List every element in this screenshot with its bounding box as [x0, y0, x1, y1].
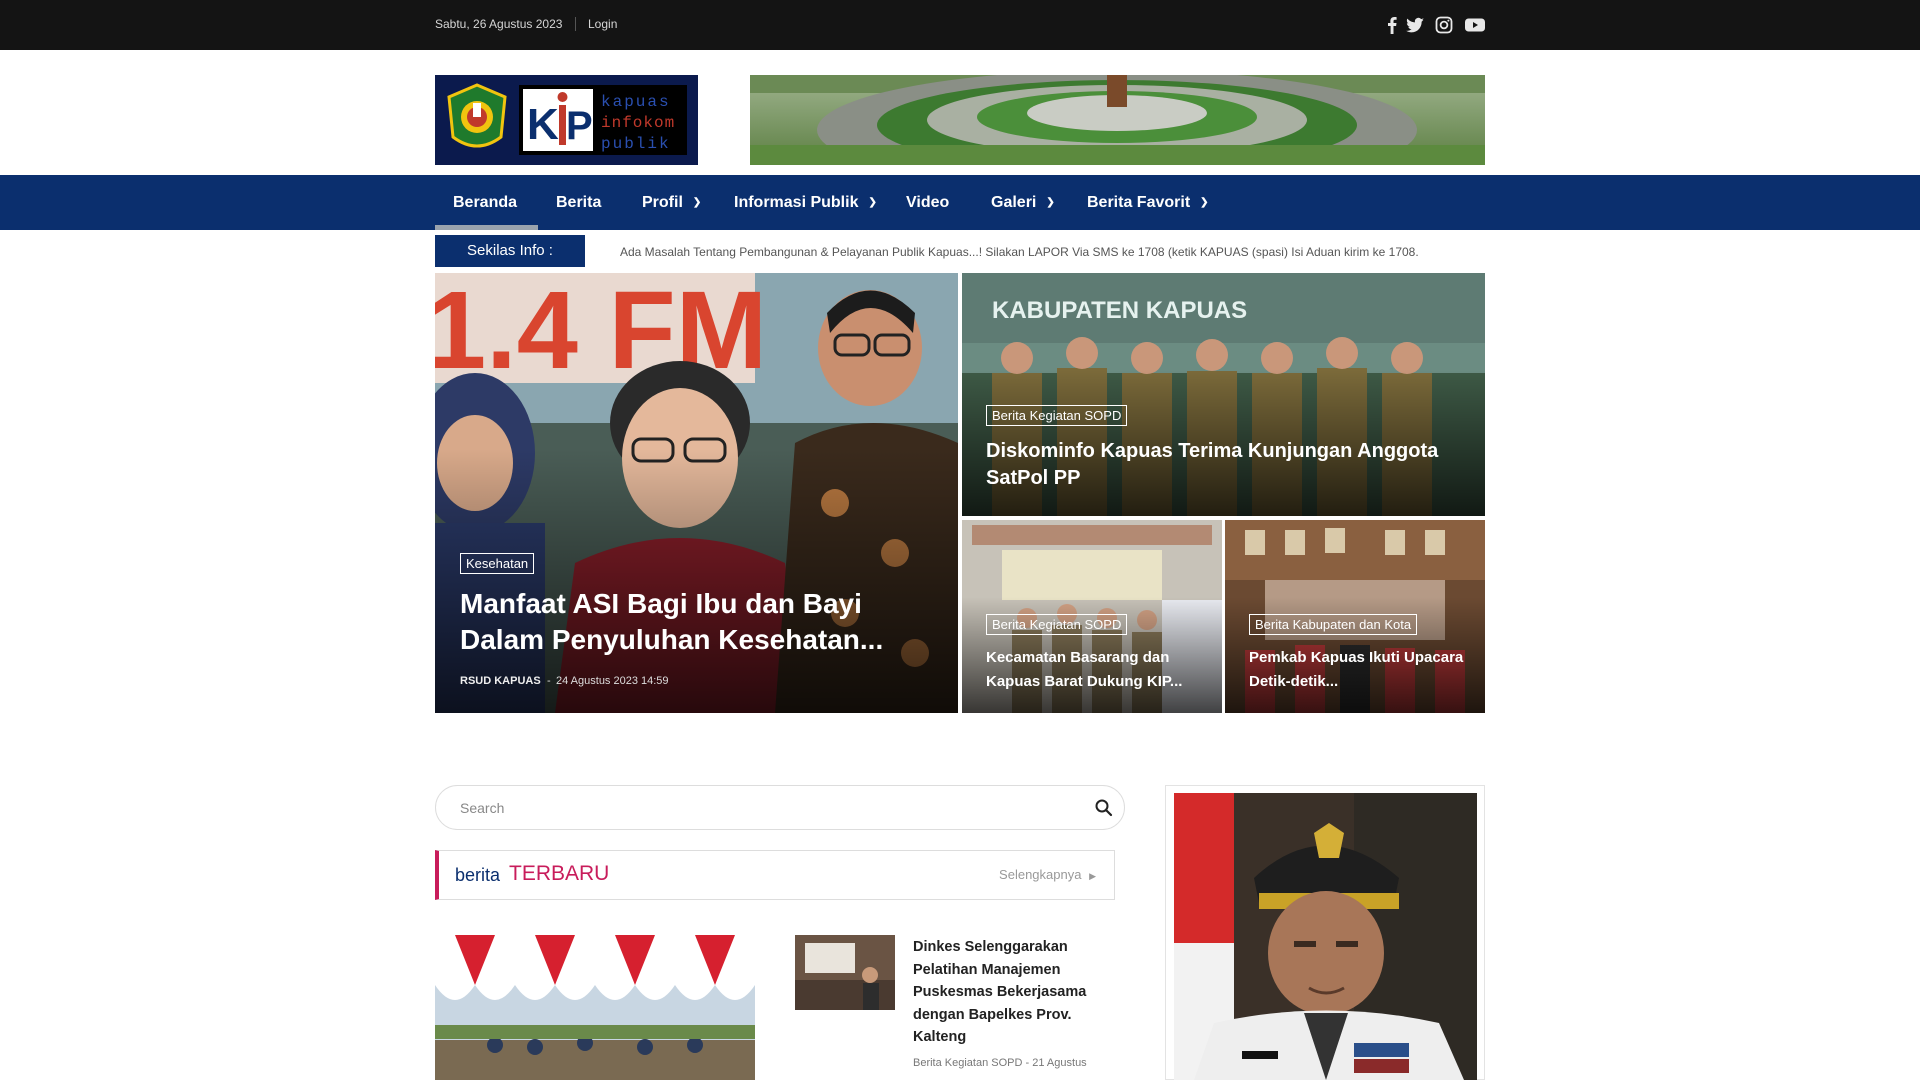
- nav-label: Berita Favorit: [1087, 194, 1191, 211]
- nav-berita[interactable]: Berita: [556, 175, 601, 230]
- nav-profil[interactable]: Profil ❯: [642, 175, 701, 230]
- nav-label: Berita: [556, 194, 602, 211]
- category-badge[interactable]: Berita Kegiatan SOPD: [986, 405, 1128, 426]
- chevron-down-icon: ❯: [868, 197, 877, 208]
- nav-informasi-publik[interactable]: Informasi Publik ❯: [734, 175, 877, 230]
- category-badge[interactable]: Kesehatan: [460, 553, 535, 574]
- nav-label: Profil: [642, 194, 683, 211]
- main-nav: Beranda Berita Profil ❯ Informasi Publik ❯…: [0, 175, 1920, 230]
- hero-top-right-article[interactable]: KABUPATEN KAPUAS Berita Kegiatan SOPD Di…: [962, 273, 1485, 516]
- search-icon[interactable]: [1094, 798, 1114, 818]
- top-bar: Sabtu, 26 Agustus 2023 Login: [0, 0, 1920, 50]
- divider: [575, 17, 576, 31]
- nav-galeri[interactable]: Galeri ❯: [991, 175, 1055, 230]
- logo-text-3: publik: [601, 135, 671, 153]
- nav-active-indicator: [435, 225, 538, 230]
- meta-dot: -: [547, 675, 551, 687]
- header-banner-image: [750, 75, 1485, 165]
- category-badge[interactable]: Berita Kegiatan SOPD: [986, 614, 1128, 635]
- section-title-part2: TERBARU: [509, 862, 610, 885]
- facebook-icon[interactable]: [1382, 15, 1402, 35]
- photo-banner-text: KABUPATEN KAPUAS: [992, 297, 1247, 324]
- logo-text-1: kapuas: [601, 93, 671, 111]
- news-item-title[interactable]: Dinkes Selenggarakan Pelatihan Manajemen…: [913, 936, 1093, 1049]
- hero-bottom-left-article[interactable]: Berita Kegiatan SOPD Kecamatan Basarang …: [962, 520, 1222, 713]
- news-thumbnail[interactable]: [795, 935, 895, 1010]
- section-title-part1: berita: [455, 865, 501, 885]
- instagram-icon[interactable]: [1434, 15, 1454, 35]
- nav-label: Informasi Publik: [734, 194, 859, 211]
- chevron-down-icon: ❯: [692, 197, 702, 208]
- chevron-down-icon: ❯: [1200, 197, 1209, 208]
- chevron-right-icon: ▶: [1089, 871, 1096, 881]
- official-portrait-image: [1174, 793, 1477, 1080]
- see-more-link[interactable]: Selengkapnya ▶: [999, 867, 1096, 882]
- nav-beranda[interactable]: Beranda: [453, 175, 517, 230]
- article-date: 24 Agustus 2023 14:59: [556, 675, 669, 687]
- hero-main-article[interactable]: 1.4 FM Kesehatan Manfaat ASI Bagi Ibu da…: [435, 273, 958, 713]
- site-logo[interactable]: K P kapuas infokom publik: [435, 75, 698, 165]
- logo-text-2: infokom: [601, 114, 675, 132]
- svg-text:P: P: [566, 104, 593, 148]
- category-badge[interactable]: Berita Kabupaten dan Kota: [1249, 614, 1418, 635]
- hero-top-right-title[interactable]: Diskominfo Kapuas Terima Kunjungan Anggo…: [986, 438, 1476, 492]
- hero-bottom-left-title[interactable]: Kecamatan Basarang dan Kapuas Barat Duku…: [986, 646, 1206, 694]
- svg-text:K: K: [527, 100, 559, 149]
- ticker-text[interactable]: Ada Masalah Tentang Pembangunan & Pelaya…: [620, 245, 1419, 259]
- see-more-label: Selengkapnya: [999, 867, 1082, 882]
- ticker-label: Sekilas Info :: [435, 235, 585, 267]
- news-item-category[interactable]: Berita Kegiatan SOPD: [913, 1057, 1022, 1069]
- search-input[interactable]: [460, 798, 1040, 818]
- article-author: RSUD KAPUAS: [460, 675, 541, 687]
- news-item-meta: Berita Kegiatan SOPD - 21 Agustus: [913, 1057, 1087, 1069]
- twitter-icon[interactable]: [1405, 15, 1425, 35]
- nav-label: Video: [906, 194, 950, 211]
- hero-bottom-right-article[interactable]: Berita Kabupaten dan Kota Pemkab Kapuas …: [1225, 520, 1485, 713]
- chevron-down-icon: ❯: [1046, 197, 1055, 208]
- current-date: Sabtu, 26 Agustus 2023: [435, 17, 563, 31]
- news-item-date: 21 Agustus: [1032, 1057, 1087, 1069]
- search-bar: [435, 785, 1125, 830]
- hero-bottom-right-title[interactable]: Pemkab Kapuas Ikuti Upacara Detik-detik.…: [1249, 646, 1469, 694]
- login-link[interactable]: Login: [588, 17, 617, 31]
- nav-label: Galeri: [991, 194, 1037, 211]
- nav-label: Beranda: [453, 194, 518, 211]
- overlay-gradient: [435, 449, 958, 713]
- featured-news-image[interactable]: [435, 935, 755, 1080]
- youtube-icon[interactable]: [1464, 15, 1486, 35]
- nav-video[interactable]: Video: [906, 175, 949, 230]
- nav-berita-favorit[interactable]: Berita Favorit ❯: [1087, 175, 1209, 230]
- section-header: berita TERBARU Selengkapnya ▶: [435, 850, 1115, 900]
- hero-main-title[interactable]: Manfaat ASI Bagi Ibu dan Bayi Dalam Peny…: [460, 586, 920, 658]
